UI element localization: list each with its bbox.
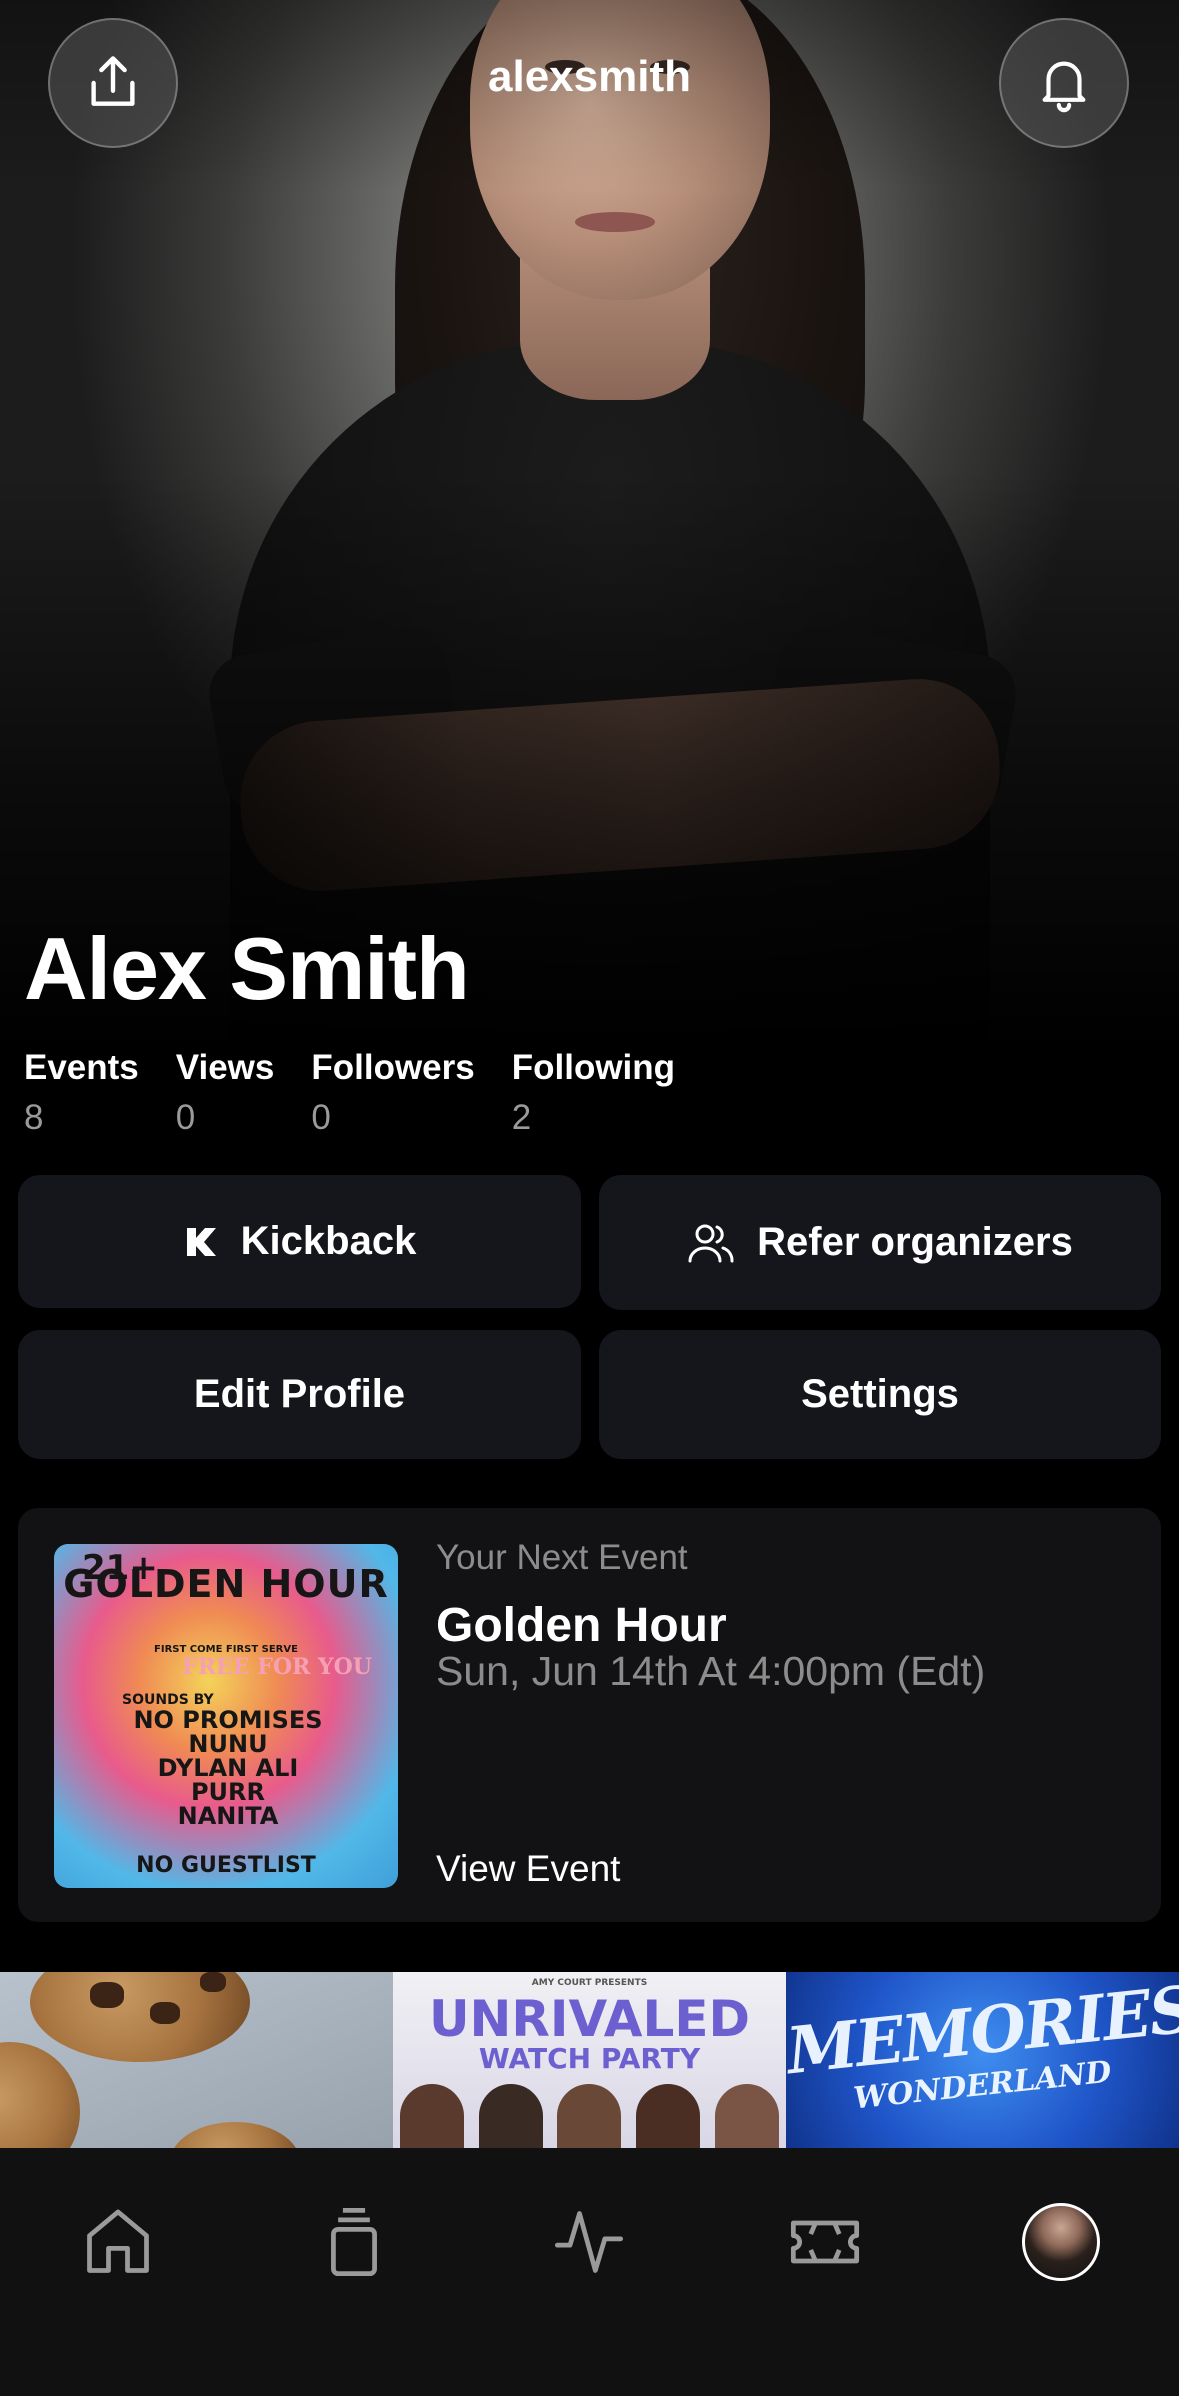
event-tile-memories[interactable]: MEMORIES WONDERLAND bbox=[786, 1972, 1179, 2148]
activity-icon bbox=[555, 2211, 624, 2273]
notifications-button[interactable] bbox=[999, 18, 1129, 148]
stack-icon bbox=[330, 2207, 377, 2277]
next-event-kicker: Your Next Event bbox=[436, 1538, 688, 1577]
profile-avatar bbox=[1022, 2203, 1101, 2281]
tab-activity[interactable] bbox=[529, 2182, 649, 2302]
settings-button[interactable]: Settings bbox=[599, 1330, 1161, 1459]
event-tile-unrivaled[interactable]: AMY COURT PRESENTS UNRIVALED WATCH PARTY bbox=[393, 1972, 786, 2148]
bottom-tab-bar bbox=[0, 2148, 1179, 2396]
tab-tickets[interactable] bbox=[765, 2182, 885, 2302]
kickback-button[interactable]: Kickback bbox=[18, 1175, 581, 1308]
tab-events[interactable] bbox=[294, 2182, 414, 2302]
event-poster[interactable]: 21+ GOLDEN HOUR FIRST COME FIRST SERVE F… bbox=[54, 1544, 398, 1888]
stat-views[interactable]: Views 0 bbox=[176, 1048, 275, 1138]
next-event-title: Golden Hour bbox=[436, 1599, 727, 1652]
refer-organizers-button[interactable]: Refer organizers bbox=[599, 1175, 1161, 1310]
stat-followers[interactable]: Followers 0 bbox=[311, 1048, 474, 1138]
profile-name: Alex Smith bbox=[24, 919, 470, 1018]
settings-label: Settings bbox=[801, 1372, 959, 1416]
next-event-card[interactable]: 21+ GOLDEN HOUR FIRST COME FIRST SERVE F… bbox=[18, 1508, 1161, 1922]
next-event-date: Sun, Jun 14th At 4:00pm (Edt) bbox=[436, 1648, 986, 1694]
profile-hero-image bbox=[0, 0, 1179, 1050]
stat-following[interactable]: Following 2 bbox=[512, 1048, 675, 1138]
users-icon bbox=[688, 1224, 734, 1262]
bell-icon bbox=[1042, 61, 1086, 113]
tab-home[interactable] bbox=[58, 2182, 178, 2302]
tab-profile[interactable] bbox=[1001, 2182, 1121, 2302]
edit-profile-label: Edit Profile bbox=[193, 1372, 406, 1416]
home-icon bbox=[87, 2209, 149, 2273]
profile-stats: Events 8 Views 0 Followers 0 Following 2 bbox=[24, 1048, 712, 1138]
ticket-icon bbox=[791, 2220, 860, 2264]
kickback-label: Kickback bbox=[240, 1219, 417, 1263]
event-tile-cookies[interactable] bbox=[0, 1972, 393, 2148]
refer-organizers-label: Refer organizers bbox=[757, 1220, 1073, 1264]
stat-events[interactable]: Events 8 bbox=[24, 1048, 139, 1138]
kickback-logo-icon bbox=[186, 1227, 216, 1256]
events-grid: AMY COURT PRESENTS UNRIVALED WATCH PARTY… bbox=[0, 1972, 1179, 2148]
edit-profile-button[interactable]: Edit Profile bbox=[18, 1330, 581, 1459]
view-event-link[interactable]: View Event bbox=[436, 1848, 620, 1890]
poster-lineup: NO PROMISES NUNU DYLAN ALI PURR NANITA bbox=[133, 1706, 323, 1830]
